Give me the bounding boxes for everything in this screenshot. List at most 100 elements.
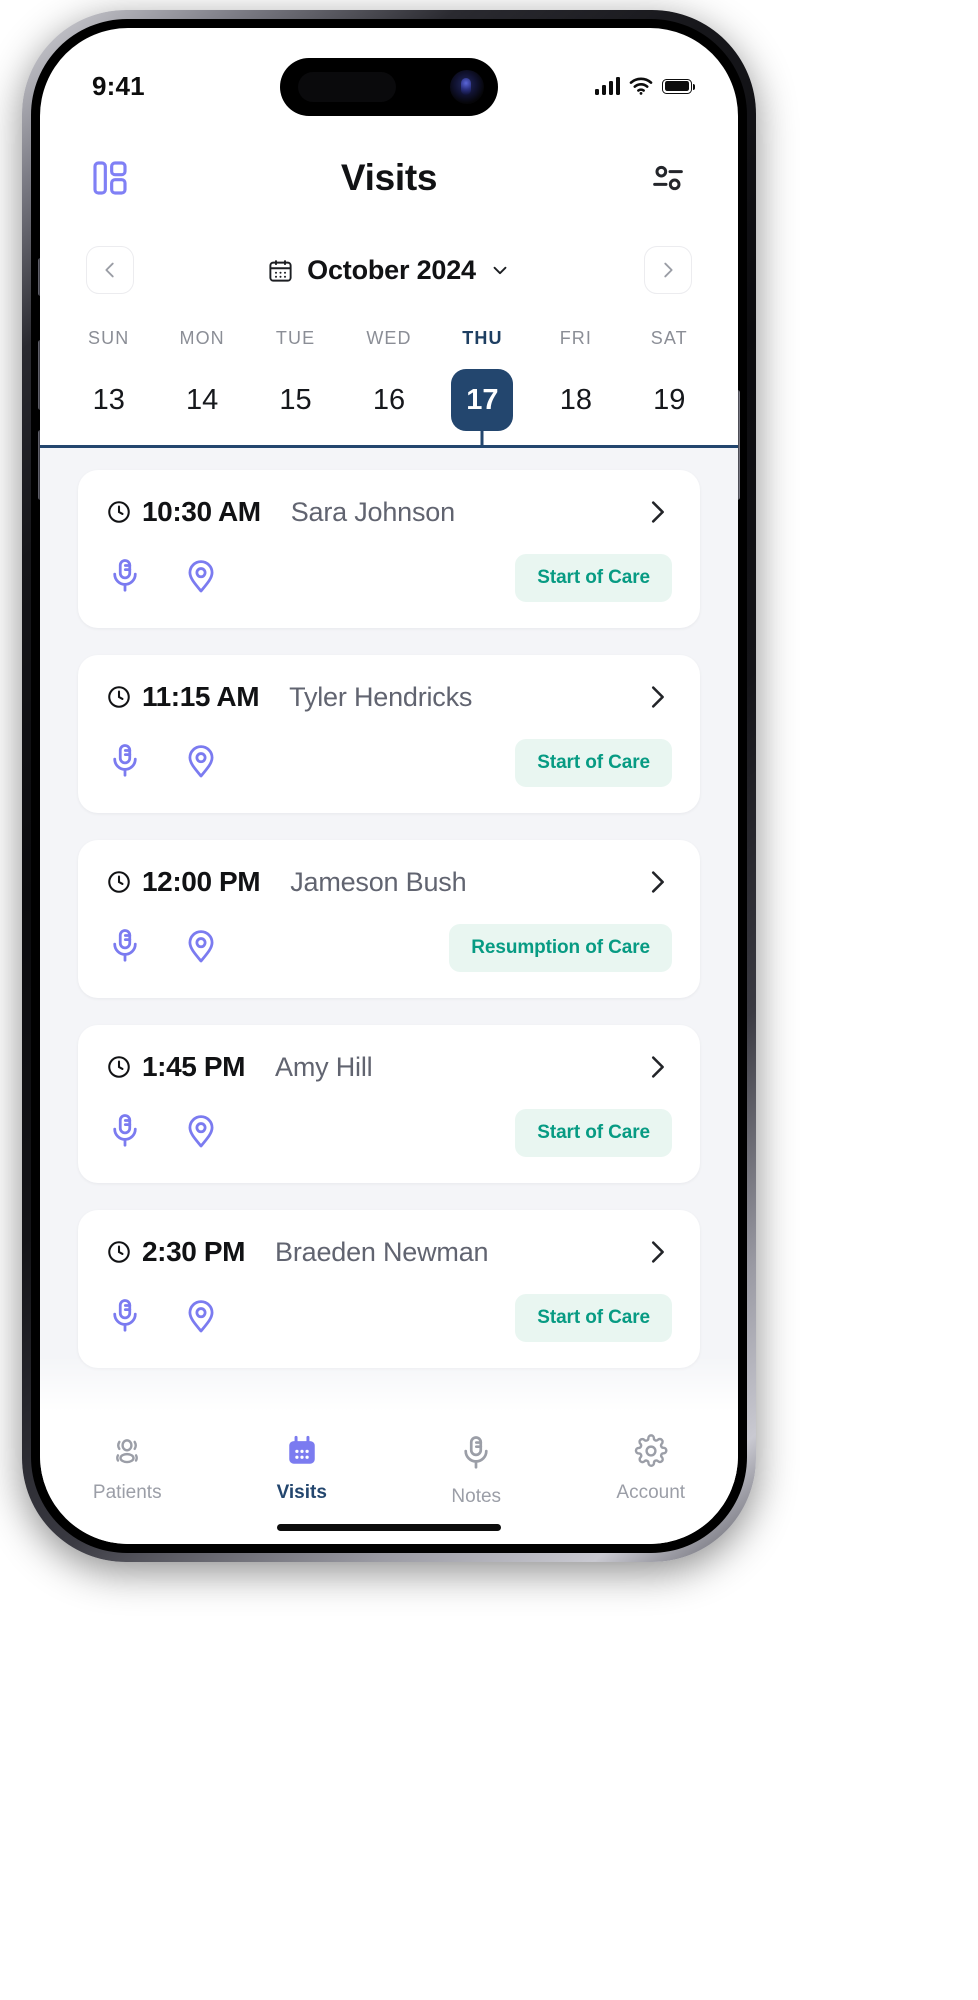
open-visit-button[interactable] — [642, 867, 672, 897]
day-number: 16 — [372, 383, 406, 416]
weekday-row: SUN MON TUE WED THU FRI SAT — [40, 316, 738, 360]
people-group-icon — [116, 1439, 139, 1464]
visit-action-icons — [106, 742, 220, 785]
visit-time: 11:15 AM — [142, 681, 260, 712]
weekday-label-tue: TUE — [275, 327, 316, 348]
tab-account[interactable]: Account — [564, 1434, 739, 1504]
open-visit-button[interactable] — [642, 1237, 672, 1267]
open-visit-button[interactable] — [642, 497, 672, 527]
day-cell-13[interactable]: 13 — [62, 369, 155, 431]
visit-time: 2:30 PM — [142, 1236, 246, 1267]
visit-time-wrap: 1:45 PM — [106, 1051, 245, 1083]
chevron-down-icon — [493, 266, 507, 275]
visit-card-actions: Start of Care — [106, 739, 672, 787]
wifi-icon — [629, 77, 653, 95]
month-dropdown[interactable]: October 2024 — [267, 255, 511, 286]
record-audio-button[interactable] — [106, 1112, 144, 1155]
clock-icon — [108, 1056, 130, 1078]
view-location-button[interactable] — [182, 742, 220, 785]
visit-card-header: 1:45 PM Amy Hill — [106, 1051, 672, 1083]
day-cell-19[interactable]: 19 — [623, 369, 716, 431]
visit-card[interactable]: 11:15 AM Tyler Hendricks Start of Care — [78, 655, 700, 813]
open-visit-button[interactable] — [642, 1052, 672, 1082]
battery-full-icon — [662, 78, 696, 94]
tab-patients[interactable]: Patients — [40, 1434, 215, 1504]
status-time: 9:41 — [92, 70, 145, 101]
visit-card-actions: Start of Care — [106, 1294, 672, 1342]
day-number: 17 — [451, 369, 514, 431]
tab-label: Visits — [276, 1482, 327, 1503]
weekday-label-sun: SUN — [88, 327, 130, 348]
calendar-icon — [269, 259, 292, 282]
earpiece-speaker — [298, 72, 396, 102]
microphone-icon — [457, 1434, 495, 1477]
microphone-icon — [113, 558, 137, 592]
microphone-icon — [464, 1436, 488, 1469]
record-audio-button[interactable] — [106, 1297, 144, 1340]
open-visit-button[interactable] — [642, 682, 672, 712]
visit-card[interactable]: 1:45 PM Amy Hill Start of Care — [78, 1025, 700, 1183]
home-indicator[interactable] — [277, 1524, 501, 1531]
visit-list[interactable]: 10:30 AM Sara Johnson Start of Care 11:1… — [40, 448, 738, 1416]
microphone-icon — [113, 1113, 137, 1147]
gear-icon — [634, 1434, 668, 1473]
day-cell-17[interactable]: 17 — [436, 369, 529, 431]
record-audio-button[interactable] — [106, 927, 144, 970]
clock-icon — [108, 686, 130, 708]
tab-label: Notes — [451, 1486, 502, 1507]
weekday-label-mon: MON — [179, 327, 225, 348]
visit-card[interactable]: 2:30 PM Braeden Newman Start of Care — [78, 1210, 700, 1368]
visit-action-icons — [106, 1112, 220, 1155]
visit-card-header: 2:30 PM Braeden Newman — [106, 1236, 672, 1268]
view-location-button[interactable] — [182, 927, 220, 970]
visit-card[interactable]: 10:30 AM Sara Johnson Start of Care — [78, 470, 700, 628]
chevron-right-icon — [651, 871, 664, 893]
filter-settings-icon[interactable] — [642, 152, 694, 204]
view-location-button[interactable] — [182, 557, 220, 600]
dashboard-layout-icon[interactable] — [84, 152, 136, 204]
day-cell-14[interactable]: 14 — [155, 369, 248, 431]
visit-card-header: 12:00 PM Jameson Bush — [106, 866, 672, 898]
visit-type-badge: Start of Care — [515, 739, 672, 787]
page-title: Visits — [340, 157, 438, 198]
app-header: Visits — [40, 132, 738, 224]
day-number: 18 — [559, 383, 592, 416]
visit-action-icons — [106, 927, 220, 970]
day-cell-15[interactable]: 15 — [249, 369, 342, 431]
visit-card[interactable]: 12:00 PM Jameson Bush Resumption of Care — [78, 840, 700, 998]
next-month-button[interactable] — [644, 246, 692, 294]
microphone-icon — [113, 1298, 137, 1332]
chevron-right-icon — [651, 686, 664, 708]
visit-action-icons — [106, 1297, 220, 1340]
day-cell-18[interactable]: 18 — [529, 369, 622, 431]
tab-label: Account — [616, 1482, 686, 1503]
weekday-label-wed: WED — [366, 327, 412, 348]
weekday-label-sat: SAT — [650, 327, 688, 348]
cellular-signal-icon — [594, 77, 620, 95]
location-pin-icon — [188, 929, 214, 962]
record-audio-button[interactable] — [106, 557, 144, 600]
location-pin-icon — [188, 1114, 214, 1147]
record-audio-button[interactable] — [106, 742, 144, 785]
month-label: October 2024 — [307, 254, 476, 285]
microphone-icon — [113, 928, 137, 962]
visit-action-icons — [106, 557, 220, 600]
front-camera — [450, 70, 484, 104]
patient-name: Jameson Bush — [290, 866, 467, 897]
previous-month-button[interactable] — [86, 246, 134, 294]
visit-time-wrap: 11:15 AM — [106, 681, 260, 713]
chevron-right-icon — [651, 1241, 664, 1263]
visit-type-badge: Start of Care — [515, 1109, 672, 1157]
day-number-row: 13 14 15 16 17 18 19 — [40, 360, 738, 440]
location-pin-icon — [188, 744, 214, 777]
patient-name: Tyler Hendricks — [289, 681, 473, 712]
tab-notes[interactable]: Notes — [389, 1434, 564, 1508]
view-location-button[interactable] — [182, 1297, 220, 1340]
status-icons — [594, 77, 696, 95]
day-cell-16[interactable]: 16 — [342, 369, 435, 431]
tab-visits[interactable]: Visits — [215, 1434, 390, 1504]
view-location-button[interactable] — [182, 1112, 220, 1155]
month-selector: October 2024 — [40, 234, 738, 306]
phone-screen: 9:41 Visits October 2024 SUN MON TUE WED… — [40, 28, 738, 1544]
week-strip: SUN MON TUE WED THU FRI SAT 13 14 15 16 17 18 19 — [40, 316, 738, 448]
